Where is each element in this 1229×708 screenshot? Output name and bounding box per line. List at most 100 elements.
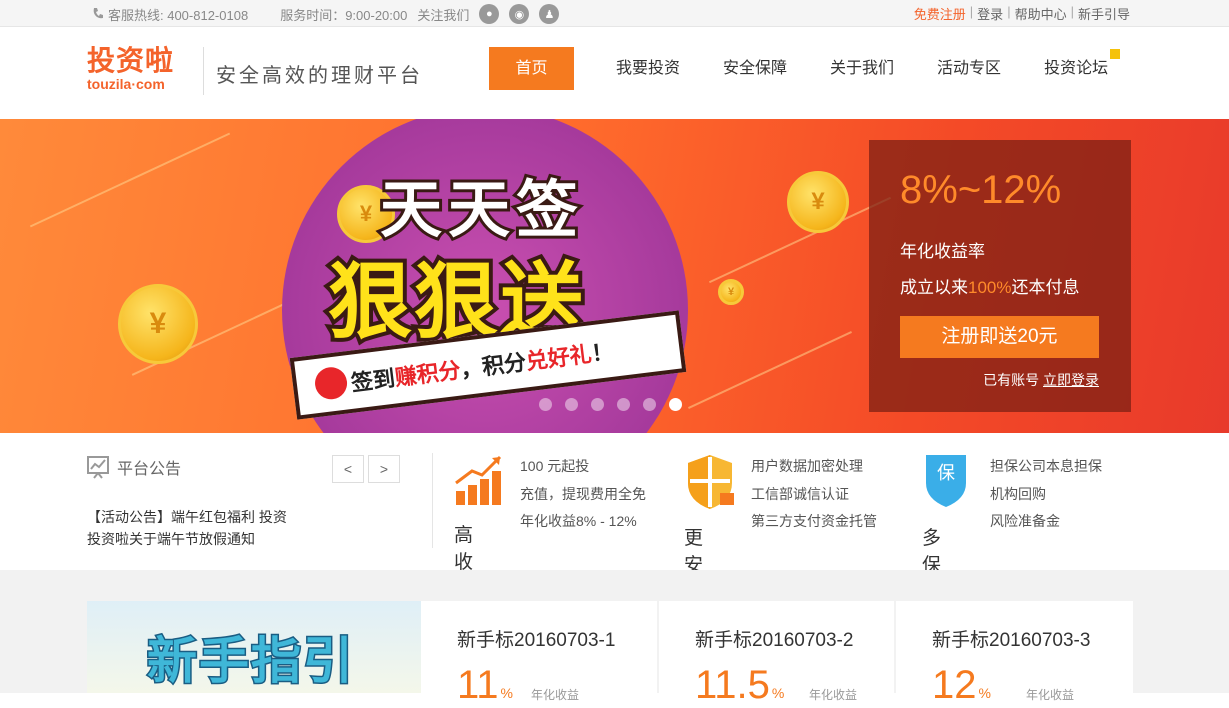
hotline-text: 客服热线: 400-812-0108 — [108, 7, 249, 23]
product-rate-value: 11 — [457, 663, 499, 707]
wechat-icon[interactable]: ● — [479, 4, 500, 24]
carousel-dot-active[interactable] — [669, 398, 682, 411]
feature-line: 担保公司本息担保 — [990, 458, 1102, 474]
nav-forum[interactable]: 投资论坛 — [1044, 47, 1121, 90]
carousel-dots — [539, 398, 682, 411]
nav-about[interactable]: 关于我们 — [830, 47, 894, 90]
login-now-link[interactable]: 立即登录 — [1043, 372, 1099, 388]
promo-rate: 8%~12% — [900, 168, 1062, 212]
logo-en: touzila·com — [87, 76, 165, 92]
logo[interactable]: 投资啦 touzila·com — [87, 45, 174, 91]
product-name: 新手标20160703-1 — [457, 630, 616, 651]
promo-login-row: 已有账号 立即登录 — [983, 370, 1099, 390]
feature-line: 风险准备金 — [990, 513, 1060, 529]
ribbon-text: 兑好礼 — [524, 341, 593, 375]
nav-events[interactable]: 活动专区 — [937, 47, 1001, 90]
site-header: 投资啦 touzila·com 安全高效的理财平台 首页 我要投资 安全保障 关… — [0, 27, 1229, 119]
nav-invest[interactable]: 我要投资 — [616, 47, 680, 90]
carousel-dot[interactable] — [591, 398, 604, 411]
login-link[interactable]: 登录 — [973, 4, 1007, 23]
follow-us-label: 关注我们 — [417, 7, 470, 23]
carousel-dot[interactable] — [643, 398, 656, 411]
coin-icon: ¥ — [118, 284, 198, 364]
phone-icon — [93, 8, 103, 19]
next-button[interactable]: > — [368, 455, 400, 483]
weibo-icon[interactable]: ◉ — [509, 4, 530, 24]
product-rate-label: 年化收益 — [809, 688, 858, 702]
feature-line: 100 元起投 — [520, 458, 590, 474]
flag-icon — [1110, 49, 1121, 59]
hands-shield-icon: 保 — [922, 453, 970, 509]
promo-since-b: 100% — [968, 278, 1012, 297]
product-rate-value: 11.5 — [695, 663, 770, 707]
shield-lock-icon — [688, 455, 734, 509]
notice-item[interactable]: 投资啦关于端午节放假通知 — [87, 529, 255, 549]
ribbon-text: ，积分 — [458, 349, 528, 383]
guarantee-icon-text: 保 — [937, 463, 955, 483]
chart-board-icon — [87, 456, 109, 479]
product-card[interactable]: 新手标20160703-3 12% 年化收益 — [896, 601, 1133, 707]
has-account-label: 已有账号 — [983, 372, 1040, 388]
carousel-dot[interactable] — [539, 398, 552, 411]
bar-chart-icon — [455, 455, 502, 505]
nav-forum-label: 投资论坛 — [1044, 60, 1109, 77]
help-center-link[interactable]: 帮助中心 — [1011, 4, 1071, 23]
product-name: 新手标20160703-2 — [695, 630, 854, 651]
product-rate-value: 12 — [932, 663, 977, 707]
promo-since-a: 成立以来 — [900, 278, 968, 297]
beginner-guide-link[interactable]: 新手引导 — [1074, 4, 1134, 23]
prev-button[interactable]: < — [332, 455, 364, 483]
feature-line: 年化收益8% - 12% — [520, 513, 637, 529]
feature-line: 用户数据加密处理 — [751, 458, 863, 474]
notice-title: 平台公告 — [117, 461, 182, 478]
promo-since-c: 还本付息 — [1011, 278, 1080, 297]
product-rate: 11.5% — [695, 663, 784, 708]
bomb-icon — [313, 365, 349, 402]
features-row: 平台公告 < > 【活动公告】端午红包福利 投资 投资啦关于端午节放假通知 高收… — [0, 433, 1229, 603]
product-rate: 11% — [457, 663, 513, 708]
products-section: 新手指引 新手标20160703-1 11% 年化收益 新手标20160703-… — [0, 570, 1229, 707]
product-rate-unit: % — [500, 685, 513, 701]
nav-security[interactable]: 安全保障 — [723, 47, 787, 90]
beginner-guide-banner[interactable]: 新手指引 — [87, 601, 421, 693]
qq-icon[interactable]: ♟ — [539, 4, 560, 24]
main-nav: 首页 我要投资 安全保障 关于我们 活动专区 投资论坛 — [489, 47, 1121, 90]
logo-divider — [203, 47, 204, 95]
ribbon-text: 签到 — [349, 365, 397, 396]
slogan: 安全高效的理财平台 — [216, 63, 423, 87]
product-name: 新手标20160703-3 — [932, 630, 1091, 651]
promo-since: 成立以来100%还本付息 — [900, 273, 1079, 298]
coin-icon: ¥ — [718, 279, 744, 305]
notice-arrows: < > — [332, 455, 400, 483]
product-rate-unit: % — [771, 685, 785, 701]
carousel-dot[interactable] — [565, 398, 578, 411]
promo-panel: 8%~12% 年化收益率 成立以来100%还本付息 注册即送20元 已有账号 立… — [869, 140, 1131, 412]
product-rate: 12% — [932, 663, 991, 708]
product-card[interactable]: 新手标20160703-1 11% 年化收益 — [421, 601, 657, 707]
logo-cn: 投资啦 — [87, 45, 175, 76]
feature-line: 第三方支付资金托管 — [751, 513, 877, 529]
coin-icon: ¥ — [787, 171, 849, 233]
register-cta-button[interactable]: 注册即送20元 — [900, 316, 1099, 358]
nav-home[interactable]: 首页 — [489, 47, 574, 90]
feature-line: 机构回购 — [990, 486, 1046, 502]
service-hours-text: 服务时间：9:00-20:00 — [280, 7, 408, 23]
product-rate-unit: % — [978, 685, 991, 701]
feature-line: 工信部诚信认证 — [751, 486, 849, 502]
notice-item[interactable]: 【活动公告】端午红包福利 投资 — [87, 507, 287, 527]
notice-panel: 平台公告 < > 【活动公告】端午红包福利 投资 投资啦关于端午节放假通知 — [87, 455, 407, 547]
ribbon-text: ！ — [589, 338, 615, 367]
product-card[interactable]: 新手标20160703-2 11.5% 年化收益 — [659, 601, 894, 707]
register-link[interactable]: 免费注册 — [910, 4, 970, 23]
promo-rate-label: 年化收益率 — [900, 242, 985, 261]
top-bar: 客服热线: 400-812-0108 服务时间：9:00-20:00 关注我们 … — [0, 0, 1229, 27]
hero-banner[interactable]: ¥ ¥ ¥ ¥ 天天签 狠狠送 签到 赚积分 ，积分 兑好礼！ 8%~12% 年化收益… — [0, 119, 1229, 433]
ribbon-text: 赚积分 — [393, 357, 462, 391]
decor-stripe — [29, 132, 231, 228]
product-rate-label: 年化收益 — [531, 688, 580, 702]
decor-stripe — [688, 331, 852, 409]
divider — [432, 453, 433, 548]
guide-title: 新手指引 — [146, 632, 355, 691]
carousel-dot[interactable] — [617, 398, 630, 411]
product-rate-label: 年化收益 — [1026, 688, 1075, 702]
